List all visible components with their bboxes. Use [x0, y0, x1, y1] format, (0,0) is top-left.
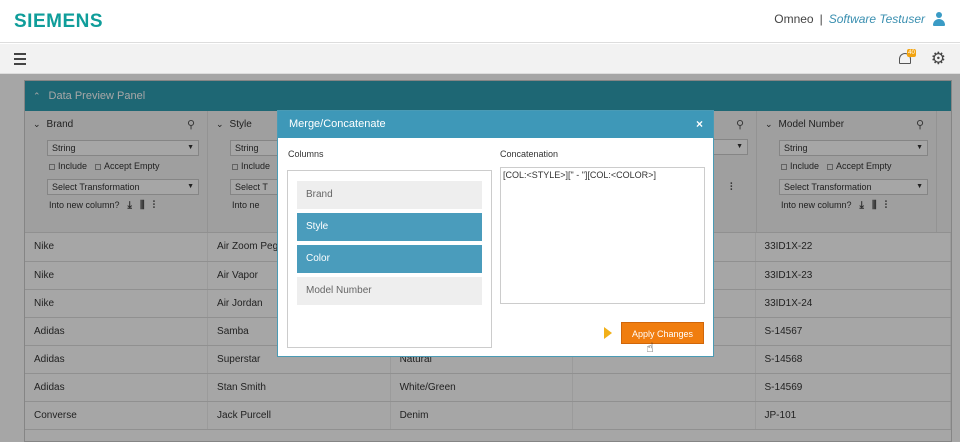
arrow-hint-icon: [604, 327, 612, 339]
dialog-header: Merge/Concatenate ×: [278, 111, 713, 138]
column-item-style[interactable]: Style: [297, 213, 482, 241]
toolbar: 40 ⚙: [0, 44, 960, 74]
column-item-model-number[interactable]: Model Number: [297, 277, 482, 305]
pointer-cursor-icon: ☝: [646, 340, 654, 355]
column-item-brand[interactable]: Brand: [297, 181, 482, 209]
column-item-color[interactable]: Color: [297, 245, 482, 273]
user-name-link[interactable]: Software Testuser: [829, 12, 925, 26]
notification-badge: 40: [907, 49, 916, 57]
top-bar: SIEMENS Omneo | Software Testuser: [0, 0, 960, 43]
columns-label: Columns: [288, 149, 324, 159]
dialog-title: Merge/Concatenate: [289, 118, 386, 130]
concatenation-input[interactable]: [COL:<STYLE>][" - "][COL:<COLOR>]: [500, 167, 705, 304]
concatenation-label: Concatenation: [500, 149, 559, 159]
app-name: Omneo: [774, 12, 814, 26]
gear-icon[interactable]: ⚙: [931, 50, 946, 67]
close-icon[interactable]: ×: [696, 111, 703, 138]
hamburger-icon[interactable]: [14, 53, 26, 65]
siemens-logo[interactable]: SIEMENS: [14, 11, 103, 33]
merge-concatenate-dialog: Merge/Concatenate × Columns Concatenatio…: [277, 110, 714, 357]
apply-changes-button[interactable]: Apply Changes: [621, 322, 704, 344]
bell-icon[interactable]: 40: [898, 49, 916, 67]
user-icon[interactable]: [932, 12, 946, 26]
user-area: Omneo | Software Testuser: [774, 12, 946, 26]
columns-list: Brand Style Color Model Number: [287, 170, 492, 348]
header-separator: |: [819, 12, 823, 26]
